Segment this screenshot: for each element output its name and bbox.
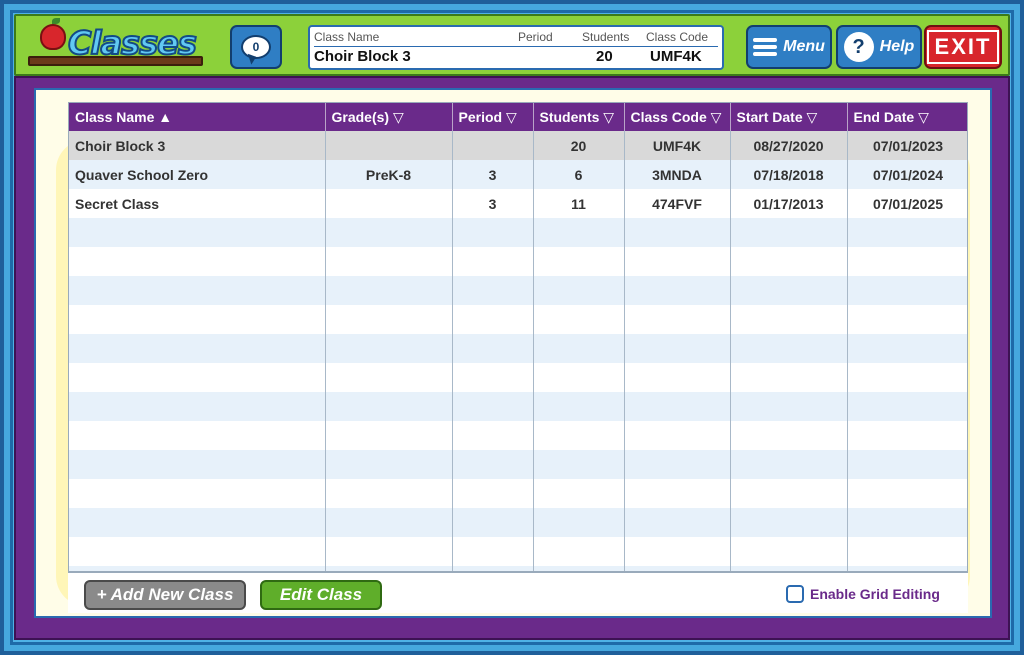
table-row[interactable]: Secret Class 3 11 474FVF 01/17/2013 07/0… <box>69 189 967 218</box>
cell-start-date: 07/18/2018 <box>730 160 848 189</box>
column-header-period[interactable]: Period ▽ <box>452 103 534 131</box>
empty-row <box>69 218 967 247</box>
column-header-grades[interactable]: Grade(s) ▽ <box>325 103 453 131</box>
empty-row <box>69 450 967 479</box>
info-students-label: Students <box>582 30 630 44</box>
cell-class-code: 3MNDA <box>624 160 731 189</box>
info-divider <box>314 46 718 47</box>
cell-grades: PreK-8 <box>325 160 453 189</box>
cell-period: 3 <box>452 160 534 189</box>
info-period-label: Period <box>518 30 553 44</box>
column-header-class-code[interactable]: Class Code ▽ <box>624 103 731 131</box>
cell-end-date: 07/01/2025 <box>847 189 967 218</box>
edit-class-button[interactable]: Edit Class <box>260 580 382 610</box>
empty-row <box>69 363 967 392</box>
info-class-name-value: Choir Block 3 <box>314 48 411 65</box>
messages-button[interactable]: 0 <box>230 25 282 69</box>
cell-start-date: 08/27/2020 <box>730 131 848 160</box>
grid-editing-label: Enable Grid Editing <box>810 586 940 602</box>
cell-class-name: Quaver School Zero <box>69 160 326 189</box>
help-label: Help <box>879 38 915 55</box>
column-header-end-date[interactable]: End Date ▽ <box>847 103 967 131</box>
info-class-name-label: Class Name <box>314 30 380 44</box>
cell-class-code: UMF4K <box>624 131 731 160</box>
cell-grades <box>325 189 453 218</box>
header-bar: Classes 0 Class Name Period Students Cla… <box>14 14 1010 76</box>
hamburger-icon <box>753 38 778 56</box>
info-students-value: 20 <box>596 48 613 65</box>
cell-end-date: 07/01/2023 <box>847 131 967 160</box>
empty-row <box>69 537 967 566</box>
speech-bubble-icon: 0 <box>241 35 271 59</box>
question-icon: ? <box>843 32 874 62</box>
cell-class-code: 474FVF <box>624 189 731 218</box>
table-row[interactable]: Quaver School Zero PreK-8 3 6 3MNDA 07/1… <box>69 160 967 189</box>
column-header-class-name[interactable]: Class Name ▲ <box>69 103 326 131</box>
exit-label: EXIT <box>926 30 1000 64</box>
info-class-code-value: UMF4K <box>650 48 702 65</box>
cell-grades <box>325 131 453 160</box>
empty-row <box>69 508 967 537</box>
apple-icon <box>40 18 66 50</box>
cell-end-date: 07/01/2024 <box>847 160 967 189</box>
table-row[interactable]: Choir Block 3 20 UMF4K 08/27/2020 07/01/… <box>69 131 967 160</box>
cell-period: 3 <box>452 189 534 218</box>
cell-start-date: 01/17/2013 <box>730 189 848 218</box>
empty-row <box>69 392 967 421</box>
column-header-start-date[interactable]: Start Date ▽ <box>730 103 848 131</box>
logo-title: Classes <box>67 23 198 63</box>
message-count: 0 <box>252 40 260 54</box>
cell-class-name: Secret Class <box>69 189 326 218</box>
classes-logo: Classes <box>28 18 208 74</box>
empty-row <box>69 479 967 508</box>
cell-students: 6 <box>533 160 625 189</box>
menu-label: Menu <box>783 38 825 55</box>
empty-row <box>69 305 967 334</box>
table-header-row: Class Name ▲ Grade(s) ▽ Period ▽ Student… <box>69 103 967 131</box>
empty-row <box>69 276 967 305</box>
cell-students: 20 <box>533 131 625 160</box>
empty-row <box>69 247 967 276</box>
cell-period <box>452 131 534 160</box>
current-class-info: Class Name Period Students Class Code Ch… <box>308 25 724 70</box>
add-new-class-button[interactable]: + Add New Class <box>84 580 246 610</box>
grid-editing-checkbox[interactable] <box>786 585 804 603</box>
help-button[interactable]: ? Help <box>836 25 922 69</box>
content-panel-inner: Class Name ▲ Grade(s) ▽ Period ▽ Student… <box>34 88 992 618</box>
content-panel: Class Name ▲ Grade(s) ▽ Period ▽ Student… <box>14 76 1010 640</box>
exit-button[interactable]: EXIT <box>924 25 1002 69</box>
menu-button[interactable]: Menu <box>746 25 832 69</box>
info-class-code-label: Class Code <box>646 30 709 44</box>
classes-table: Class Name ▲ Grade(s) ▽ Period ▽ Student… <box>68 102 968 572</box>
empty-row <box>69 334 967 363</box>
empty-row <box>69 421 967 450</box>
cell-students: 11 <box>533 189 625 218</box>
enable-grid-editing-toggle[interactable]: Enable Grid Editing <box>786 585 940 603</box>
cell-class-name: Choir Block 3 <box>69 131 326 160</box>
column-header-students[interactable]: Students ▽ <box>533 103 625 131</box>
